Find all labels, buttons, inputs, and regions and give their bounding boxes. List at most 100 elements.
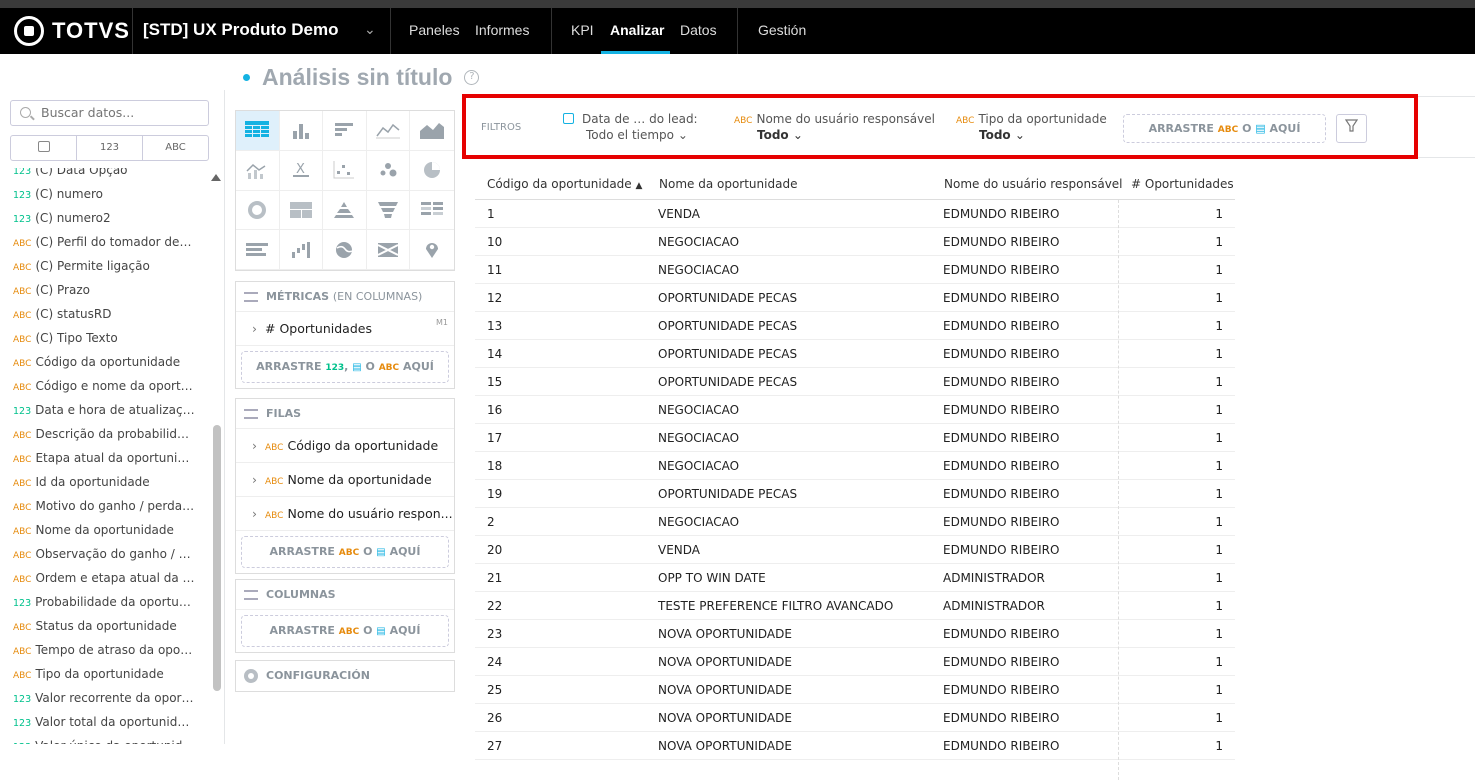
donut-chart-icon[interactable] xyxy=(236,190,280,231)
nav-analizar[interactable]: Analizar xyxy=(610,22,664,38)
treemap-icon[interactable] xyxy=(279,190,324,231)
search-input[interactable] xyxy=(41,105,201,120)
field-item[interactable]: 123 (C) Data Opção xyxy=(13,168,195,182)
table-row[interactable]: 18 NEGOCIACAO EDMUNDO RIBEIRO 1 xyxy=(475,452,1235,480)
field-item[interactable]: ABC Id da oportunidade xyxy=(13,470,195,494)
sankey-chart-icon[interactable] xyxy=(366,230,411,270)
configuration-button[interactable]: CONFIGURACIÓN xyxy=(235,660,455,692)
metric-item[interactable]: › # Oportunidades M1 xyxy=(236,312,454,346)
funnel-chart-icon[interactable] xyxy=(366,190,411,231)
chevron-right-icon[interactable]: › xyxy=(252,438,257,453)
field-item[interactable]: ABC Tempo de atraso da oport... xyxy=(13,638,195,662)
field-item[interactable]: ABC Observação do ganho / pe... xyxy=(13,542,195,566)
heatmap-icon[interactable] xyxy=(410,191,454,231)
table-cell: NOVA OPORTUNIDADE xyxy=(658,739,792,753)
tab-date[interactable] xyxy=(11,136,77,160)
field-item[interactable]: ABC (C) Prazo xyxy=(13,278,195,302)
field-item[interactable]: ABC Motivo do ganho / perda ... xyxy=(13,494,195,518)
pie-chart-icon[interactable] xyxy=(410,151,454,191)
field-item[interactable]: ABC Código da oportunidade xyxy=(13,350,195,374)
table-row[interactable]: 16 NEGOCIACAO EDMUNDO RIBEIRO 1 xyxy=(475,396,1235,424)
column-header[interactable]: Nome do usuário responsável xyxy=(944,177,1123,191)
report-title[interactable]: Análisis sin título xyxy=(262,64,452,91)
pyramid-chart-icon[interactable] xyxy=(323,190,367,231)
table-row[interactable]: 12 OPORTUNIDADE PECAS EDMUNDO RIBEIRO 1 xyxy=(475,284,1235,312)
scroll-up-arrow-icon[interactable] xyxy=(211,174,221,181)
area-chart-icon[interactable] xyxy=(410,111,454,151)
table-row[interactable]: 17 NEGOCIACAO EDMUNDO RIBEIRO 1 xyxy=(475,424,1235,452)
field-item[interactable]: ABC (C) Permite ligação xyxy=(13,254,195,278)
bullet-chart-icon[interactable] xyxy=(236,230,280,270)
table-row[interactable]: 13 OPORTUNIDADE PECAS EDMUNDO RIBEIRO 1 xyxy=(475,312,1235,340)
chevron-right-icon[interactable]: › xyxy=(252,321,257,336)
field-item[interactable]: 123 Valor recorrente da oportu... xyxy=(13,686,195,710)
field-item[interactable]: ABC Descrição da probabilidad... xyxy=(13,422,195,446)
scrollbar-thumb[interactable] xyxy=(213,425,221,691)
workspace-name[interactable]: [STD] UX Produto Demo xyxy=(143,20,339,40)
column-chart-icon[interactable] xyxy=(279,111,324,151)
table-row[interactable]: 27 NOVA OPORTUNIDADE EDMUNDO RIBEIRO 1 xyxy=(475,732,1235,760)
field-item[interactable]: 123 (C) numero2 xyxy=(13,206,195,230)
field-item[interactable]: 123 Probabilidade da oportuni... xyxy=(13,590,195,614)
table-row[interactable]: 20 VENDA EDMUNDO RIBEIRO 1 xyxy=(475,536,1235,564)
table-row[interactable]: 24 NOVA OPORTUNIDADE EDMUNDO RIBEIRO 1 xyxy=(475,648,1235,676)
chevron-right-icon[interactable]: › xyxy=(252,506,257,521)
table-row[interactable]: 14 OPORTUNIDADE PECAS EDMUNDO RIBEIRO 1 xyxy=(475,340,1235,368)
table-row[interactable]: 26 NOVA OPORTUNIDADE EDMUNDO RIBEIRO 1 xyxy=(475,704,1235,732)
catalog-search[interactable] xyxy=(10,100,209,126)
field-item[interactable]: ABC (C) statusRD xyxy=(13,302,195,326)
field-item[interactable]: ABC (C) Perfil do tomador de d... xyxy=(13,230,195,254)
nav-paneles[interactable]: Paneles xyxy=(409,22,460,38)
waterfall-chart-icon[interactable] xyxy=(279,230,324,270)
tab-text[interactable]: ABC xyxy=(143,136,208,160)
metrics-drop-zone[interactable]: ARRASTRE 123, ▤ O ABC AQUÍ xyxy=(241,351,449,383)
field-item[interactable]: 123 Data e hora de atualizaçã... xyxy=(13,398,195,422)
table-row[interactable]: 10 NEGOCIACAO EDMUNDO RIBEIRO 1 xyxy=(475,228,1235,256)
field-item[interactable]: 123 Valor total da oportunidade xyxy=(13,710,195,734)
table-row[interactable]: 25 NOVA OPORTUNIDADE EDMUNDO RIBEIRO 1 xyxy=(475,676,1235,704)
nav-kpi[interactable]: KPI xyxy=(571,22,594,38)
rows-drop-zone[interactable]: ARRASTRE ABC O ▤ AQUÍ xyxy=(241,536,449,568)
line-chart-icon[interactable] xyxy=(366,111,411,151)
scatter-plot-icon[interactable] xyxy=(323,150,367,191)
columns-drop-zone[interactable]: ARRASTRE ABC O ▤ AQUÍ xyxy=(241,615,449,647)
table-row[interactable]: 19 OPORTUNIDADE PECAS EDMUNDO RIBEIRO 1 xyxy=(475,480,1235,508)
tab-numeric[interactable]: 123 xyxy=(77,136,143,160)
nav-gestion[interactable]: Gestión xyxy=(758,22,806,38)
chevron-right-icon[interactable]: › xyxy=(252,472,257,487)
table-row[interactable]: 11 NEGOCIACAO EDMUNDO RIBEIRO 1 xyxy=(475,256,1235,284)
bar-chart-icon[interactable] xyxy=(323,111,367,151)
field-item[interactable]: ABC (C) Tipo Texto xyxy=(13,326,195,350)
row-attribute-item[interactable]: › ABC Nome da oportunidade xyxy=(236,463,454,497)
field-item[interactable]: ABC Ordem e etapa atual da o... xyxy=(13,566,195,590)
field-item[interactable]: ABC Código e nome da oportu... xyxy=(13,374,195,398)
column-header[interactable]: Código da oportunidade ▲ xyxy=(487,177,642,191)
field-item[interactable]: ABC Etapa atual da oportunidade xyxy=(13,446,195,470)
table-row[interactable]: 2 NEGOCIACAO EDMUNDO RIBEIRO 1 xyxy=(475,508,1235,536)
help-icon[interactable]: ? xyxy=(464,70,480,85)
column-header[interactable]: Nome da oportunidade xyxy=(659,177,797,191)
bubble-chart-icon[interactable] xyxy=(366,150,411,191)
field-item[interactable]: ABC Nome da oportunidade xyxy=(13,518,195,542)
nav-datos[interactable]: Datos xyxy=(680,22,717,38)
table-row[interactable]: 1 VENDA EDMUNDO RIBEIRO 1 xyxy=(475,200,1235,228)
chevron-down-icon[interactable]: ⌄ xyxy=(364,22,376,38)
row-attribute-item[interactable]: › ABC Nome do usuário respon... xyxy=(236,497,454,531)
field-item[interactable]: 123Valor único da oportunidade xyxy=(13,734,195,744)
field-item[interactable]: 123 (C) numero xyxy=(13,182,195,206)
table-row[interactable]: 23 NOVA OPORTUNIDADE EDMUNDO RIBEIRO 1 xyxy=(475,620,1235,648)
table-row[interactable]: 21 OPP TO WIN DATE ADMINISTRADOR 1 xyxy=(475,564,1235,592)
pushpin-map-icon[interactable] xyxy=(410,230,454,270)
column-header[interactable]: # Oportunidades xyxy=(1131,177,1234,191)
headline-icon[interactable]: X xyxy=(279,150,324,191)
row-attribute-item[interactable]: › ABC Código da oportunidade xyxy=(236,429,454,463)
field-item[interactable]: ABC Status da oportunidade xyxy=(13,614,195,638)
field-item[interactable]: ABC Tipo da oportunidade xyxy=(13,662,195,686)
nav-informes[interactable]: Informes xyxy=(475,22,529,38)
table-row[interactable]: 15 OPORTUNIDADE PECAS EDMUNDO RIBEIRO 1 xyxy=(475,368,1235,396)
totvs-logo[interactable]: TOTVS xyxy=(14,16,130,46)
table-row[interactable]: 22 TESTE PREFERENCE FILTRO AVANCADO ADMINI… xyxy=(475,592,1235,620)
combo-chart-icon[interactable] xyxy=(236,150,280,191)
table-viz-icon[interactable] xyxy=(236,111,280,151)
geo-chart-icon[interactable] xyxy=(323,230,367,270)
